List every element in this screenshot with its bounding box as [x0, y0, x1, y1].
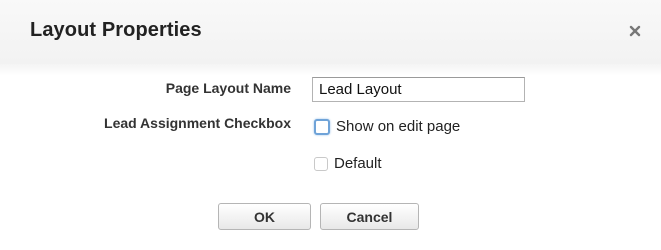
lead-assignment-checkbox-label: Lead Assignment Checkbox	[104, 115, 291, 131]
layout-properties-dialog: Layout Properties Page Layout Name Lead …	[0, 0, 661, 250]
show-on-edit-page-option[interactable]: Show on edit page	[314, 118, 460, 135]
ok-button[interactable]: OK	[218, 203, 311, 230]
dialog-title: Layout Properties	[30, 19, 202, 41]
page-layout-name-label: Page Layout Name	[165, 80, 291, 96]
page-layout-name-input[interactable]	[312, 77, 525, 102]
dialog-header: Layout Properties	[0, 0, 661, 64]
close-icon[interactable]	[628, 24, 642, 38]
show-on-edit-page-checkbox[interactable]	[314, 118, 330, 135]
default-option[interactable]: Default	[314, 155, 382, 172]
cancel-button[interactable]: Cancel	[320, 203, 419, 230]
default-checkbox[interactable]	[314, 156, 328, 171]
body-divider	[0, 64, 661, 76]
show-on-edit-page-label: Show on edit page	[336, 118, 461, 135]
default-label: Default	[334, 155, 382, 172]
